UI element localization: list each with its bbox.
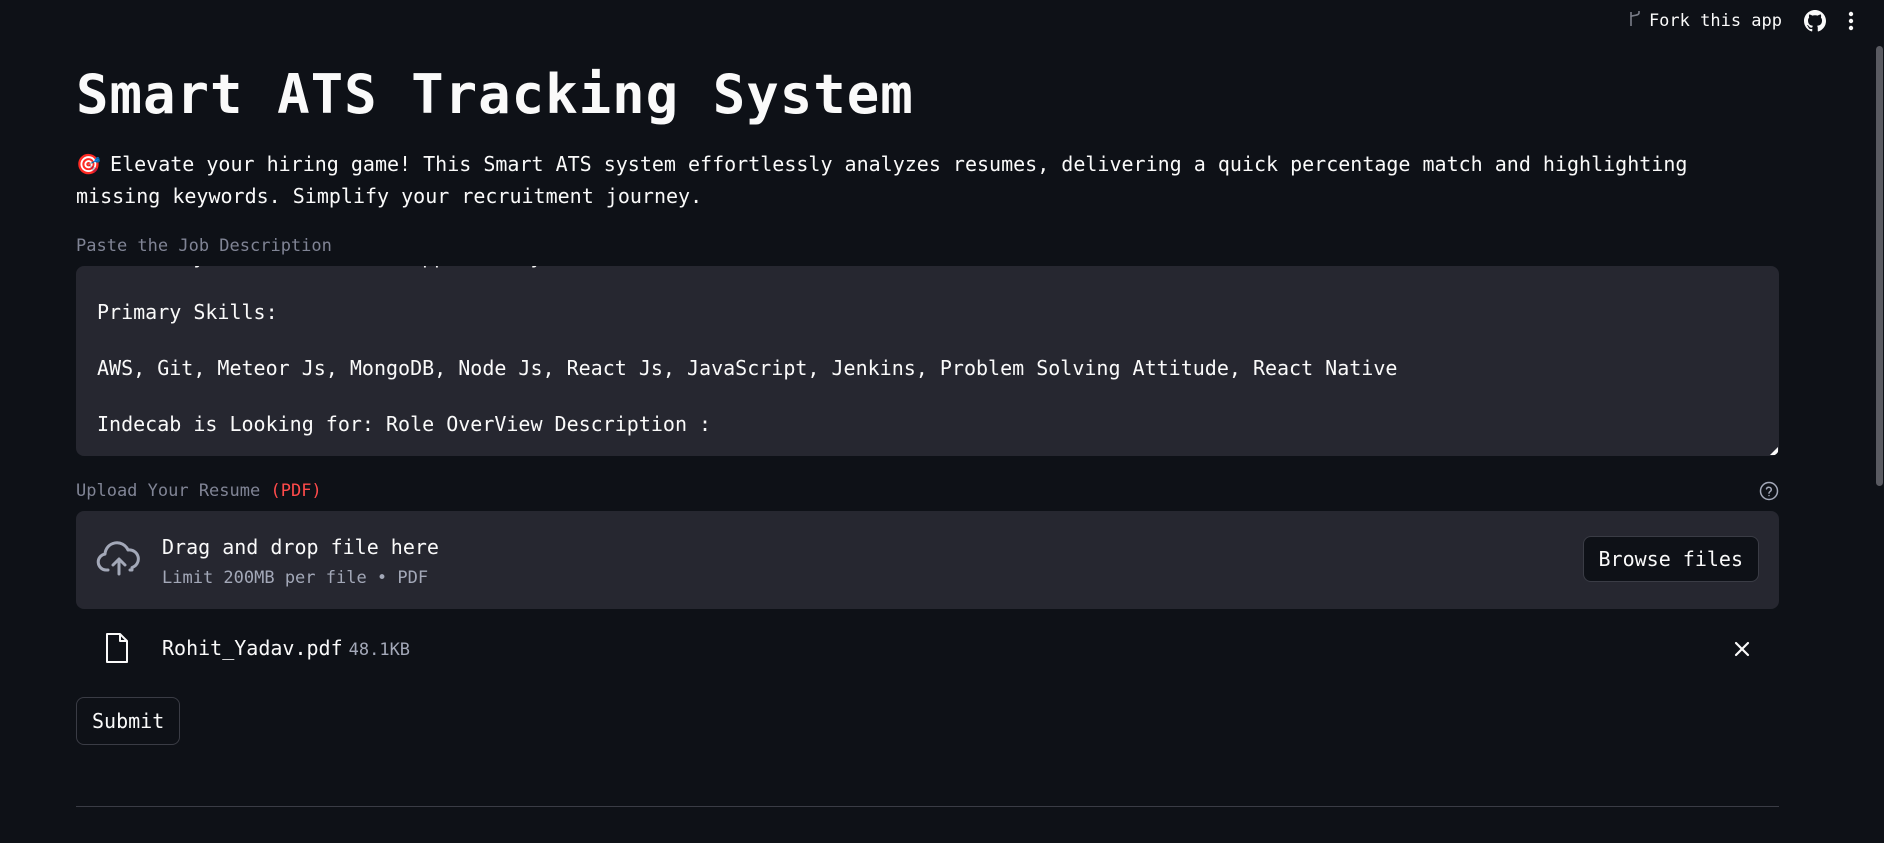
file-dropzone[interactable]: Drag and drop file here Limit 200MB per … bbox=[76, 511, 1779, 609]
section-divider bbox=[76, 806, 1779, 807]
job-description-line bbox=[97, 382, 1759, 410]
dropzone-title: Drag and drop file here bbox=[162, 535, 439, 559]
submit-button[interactable]: Submit bbox=[76, 697, 181, 745]
job-description-line: Primary Skills: bbox=[97, 300, 278, 324]
kebab-menu-icon[interactable] bbox=[1848, 11, 1854, 31]
scrollbar-thumb[interactable] bbox=[1876, 46, 1883, 486]
file-size: 48.1KB bbox=[348, 640, 411, 660]
cloud-upload-icon bbox=[96, 538, 142, 580]
job-description-line: AWS, Git, Meteor Js, MongoDB, Node Js, R… bbox=[97, 356, 1398, 380]
close-icon[interactable] bbox=[1733, 640, 1751, 658]
upload-label-text: Upload Your Resume bbox=[76, 481, 261, 501]
description-text: Elevate your hiring game! This Smart ATS… bbox=[76, 152, 1688, 208]
job-description-textarea[interactable]: What do you need for this opportunity? P… bbox=[76, 266, 1779, 456]
file-name-text: Rohit_Yadav.pdf bbox=[162, 636, 343, 660]
top-toolbar: Fork this app bbox=[1627, 8, 1854, 34]
page-title: Smart ATS Tracking System bbox=[76, 63, 914, 126]
fork-icon bbox=[1627, 10, 1643, 33]
help-circle-icon[interactable] bbox=[1759, 481, 1779, 501]
browse-files-button[interactable]: Browse files bbox=[1582, 536, 1759, 582]
target-emoji-icon: 🎯 bbox=[76, 152, 101, 176]
app-root: Fork this app Smart ATS Tracking System … bbox=[0, 0, 1884, 843]
uploaded-file-row: Rohit_Yadav.pdf 48.1KB bbox=[76, 628, 1779, 668]
fork-label: Fork this app bbox=[1648, 11, 1782, 31]
job-description-line: Indecab is Looking for: Role OverView De… bbox=[97, 412, 712, 436]
page-description: 🎯 Elevate your hiring game! This Smart A… bbox=[76, 148, 1776, 212]
github-icon[interactable] bbox=[1804, 10, 1826, 32]
page-scrollbar[interactable] bbox=[1874, 0, 1884, 843]
file-icon bbox=[104, 632, 130, 664]
uploaded-file-name: Rohit_Yadav.pdf 48.1KB bbox=[162, 636, 410, 660]
job-description-label: Paste the Job Description bbox=[76, 236, 332, 256]
job-description-line bbox=[97, 326, 1759, 354]
job-description-text[interactable]: What do you need for this opportunity? P… bbox=[97, 266, 1759, 438]
dropzone-subtitle: Limit 200MB per file • PDF bbox=[162, 568, 429, 588]
upload-resume-label: Upload Your Resume (PDF) bbox=[76, 481, 322, 501]
fork-app-button[interactable]: Fork this app bbox=[1627, 10, 1782, 33]
job-description-line bbox=[97, 270, 1759, 298]
upload-label-pdf: (PDF) bbox=[270, 481, 322, 501]
resize-handle-icon[interactable] bbox=[1770, 447, 1778, 455]
